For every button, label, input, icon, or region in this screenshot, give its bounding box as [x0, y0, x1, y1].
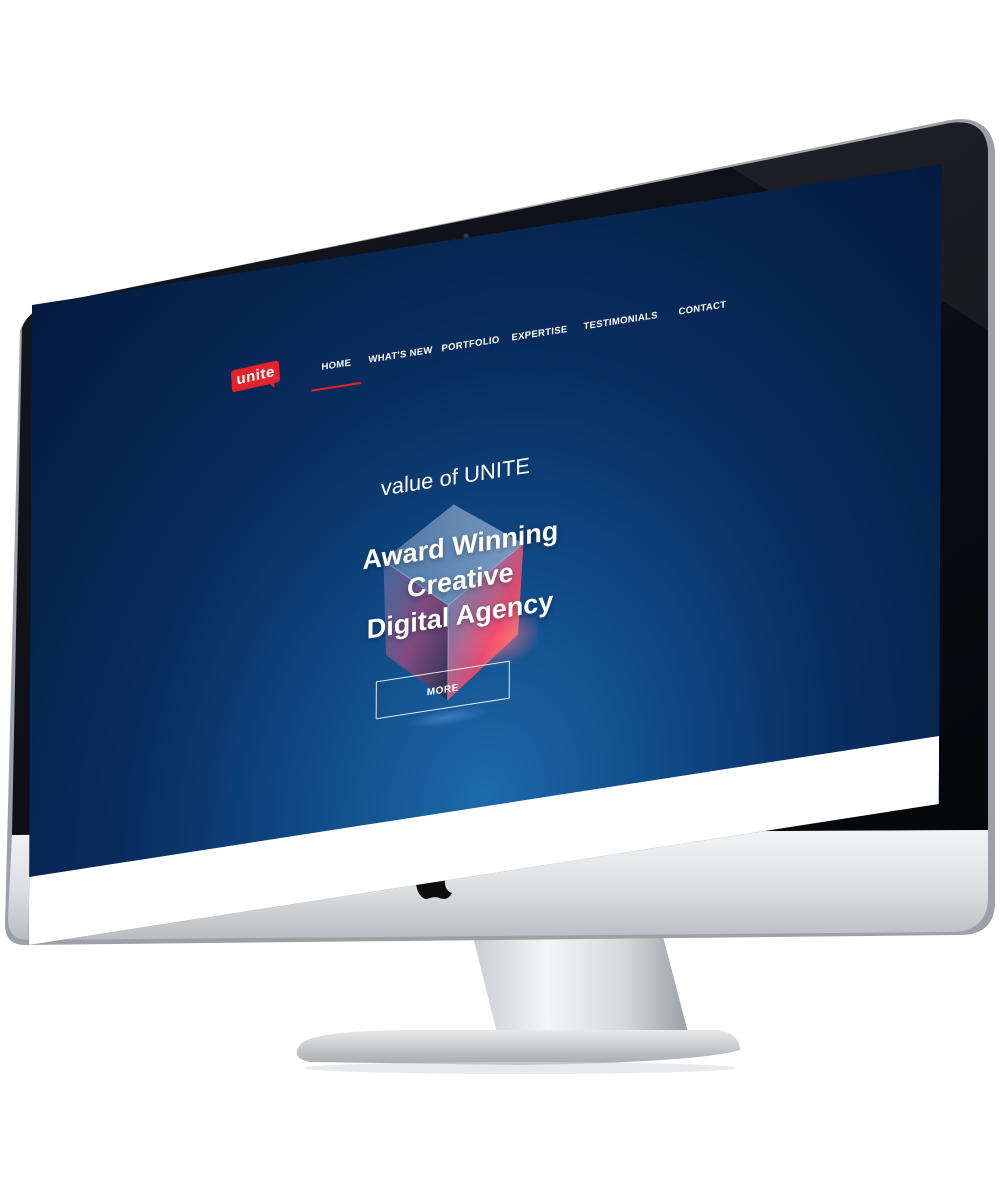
nav-item-contact[interactable]: CONTACT — [678, 299, 726, 317]
nav-item-portfolio[interactable]: PORTFOLIO — [441, 334, 499, 354]
nav-item-testimonials[interactable]: TESTIMONIALS — [583, 310, 657, 333]
nav-item-whats-new[interactable]: WHAT'S NEW — [368, 345, 432, 366]
nav-item-expertise[interactable]: EXPERTISE — [511, 324, 567, 344]
unite-logo[interactable]: unite — [230, 359, 281, 393]
nav-item-home[interactable]: HOME — [321, 357, 351, 373]
